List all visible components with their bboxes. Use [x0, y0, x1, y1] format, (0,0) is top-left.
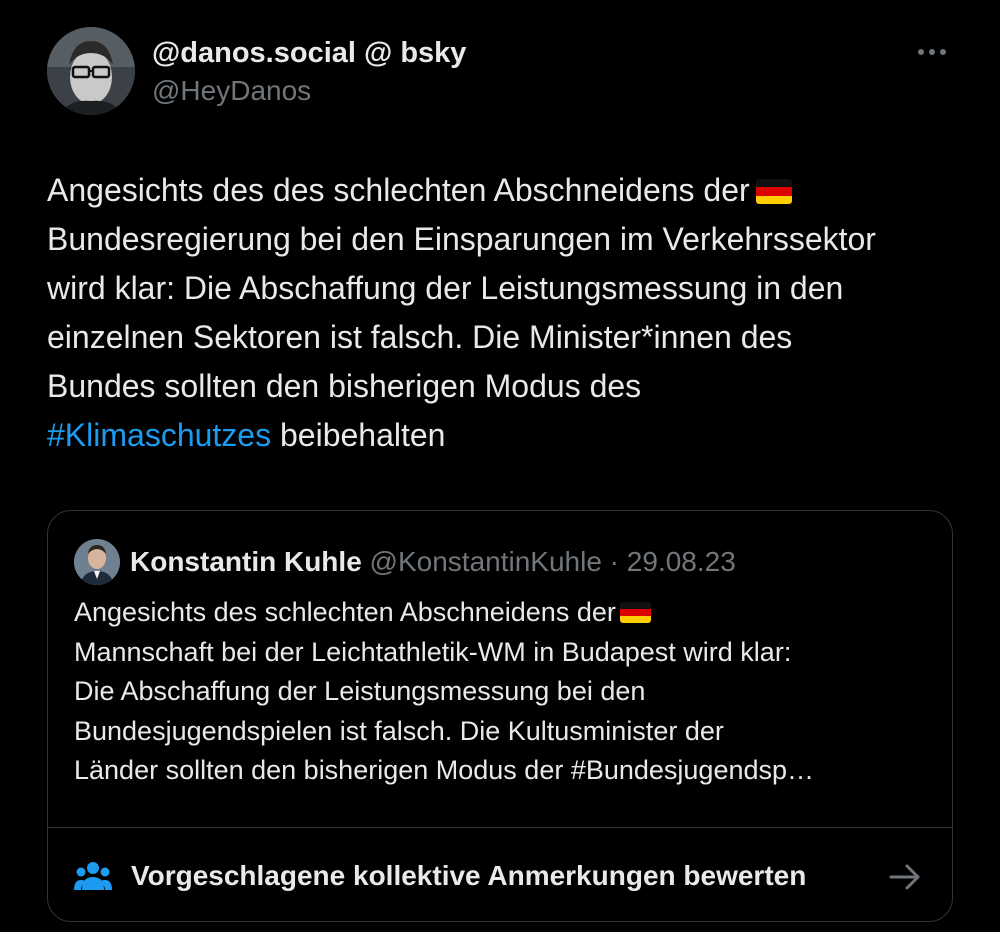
author-display-name[interactable]: @danos.social @ bsky: [152, 34, 466, 72]
germany-flag-icon: [755, 179, 792, 204]
quoted-text-line: Länder sollten den bisherigen Modus der …: [74, 755, 815, 785]
quoted-text-line: Mannschaft bei der Leichtathletik-WM in …: [74, 636, 792, 667]
quoted-text-segment: Angesichts des schlechten Abschneidens d…: [74, 597, 616, 627]
tweet-text: Angesichts des des schlechten Abschneide…: [47, 166, 967, 460]
tweet-text-line: Bundes sollten den bisherigen Modus des: [47, 368, 642, 404]
avatar-image: [74, 539, 120, 585]
quoted-author-avatar[interactable]: [74, 539, 120, 585]
tweet-text-line: einzelnen Sektoren ist falsch. Die Minis…: [47, 319, 793, 355]
hashtag-link[interactable]: #Klimaschutzes: [47, 417, 271, 453]
germany-flag-icon: [619, 602, 651, 623]
quoted-tweet[interactable]: Konstantin Kuhle @KonstantinKuhle · 29.0…: [47, 510, 953, 922]
quoted-author-name[interactable]: Konstantin Kuhle: [130, 546, 362, 577]
arrow-right-icon[interactable]: [888, 860, 922, 894]
avatar-image: [47, 27, 135, 115]
tweet-text-segment: Angesichts des des schlechten Abschneide…: [47, 172, 750, 208]
tweet-text-segment: beibehalten: [271, 417, 446, 453]
tweet-text-line: Bundesregierung bei den Einsparungen im …: [47, 221, 876, 257]
quoted-text-line: Bundesjugendspielen ist falsch. Die Kult…: [74, 715, 724, 746]
community-notes-label: Vorgeschlagene kollektive Anmerkungen be…: [131, 860, 807, 891]
quoted-text-line: Angesichts des schlechten Abschneidens d…: [74, 593, 934, 633]
author-info[interactable]: @danos.social @ bsky @HeyDanos: [152, 34, 466, 110]
community-notes-rate-button[interactable]: Vorgeschlagene kollektive Anmerkungen be…: [48, 827, 952, 921]
tweet-text-line: #Klimaschutzes beibehalten: [47, 411, 967, 460]
tweet-text-line: wird klar: Die Abschaffung der Leistungs…: [47, 270, 844, 306]
more-icon[interactable]: [908, 38, 956, 66]
quoted-text-line: Die Abschaffung der Leistungsmessung bei…: [74, 676, 646, 706]
author-handle[interactable]: @HeyDanos: [152, 72, 466, 110]
more-dot: [918, 49, 924, 55]
people-icon: [74, 862, 112, 890]
more-dot: [929, 49, 935, 55]
author-avatar[interactable]: [47, 27, 135, 115]
quoted-tweet-text: Angesichts des schlechten Abschneidens d…: [74, 593, 934, 791]
quoted-author-handle[interactable]: @KonstantinKuhle: [370, 546, 602, 577]
tweet: @danos.social @ bsky @HeyDanos Angesicht…: [0, 0, 1000, 932]
quoted-author-header: Konstantin Kuhle @KonstantinKuhle · 29.0…: [130, 542, 736, 582]
quoted-tweet-date[interactable]: 29.08.23: [627, 546, 736, 577]
more-dot: [940, 49, 946, 55]
tweet-text-line: Angesichts des des schlechten Abschneide…: [47, 166, 967, 215]
meta-separator: ·: [601, 546, 627, 577]
